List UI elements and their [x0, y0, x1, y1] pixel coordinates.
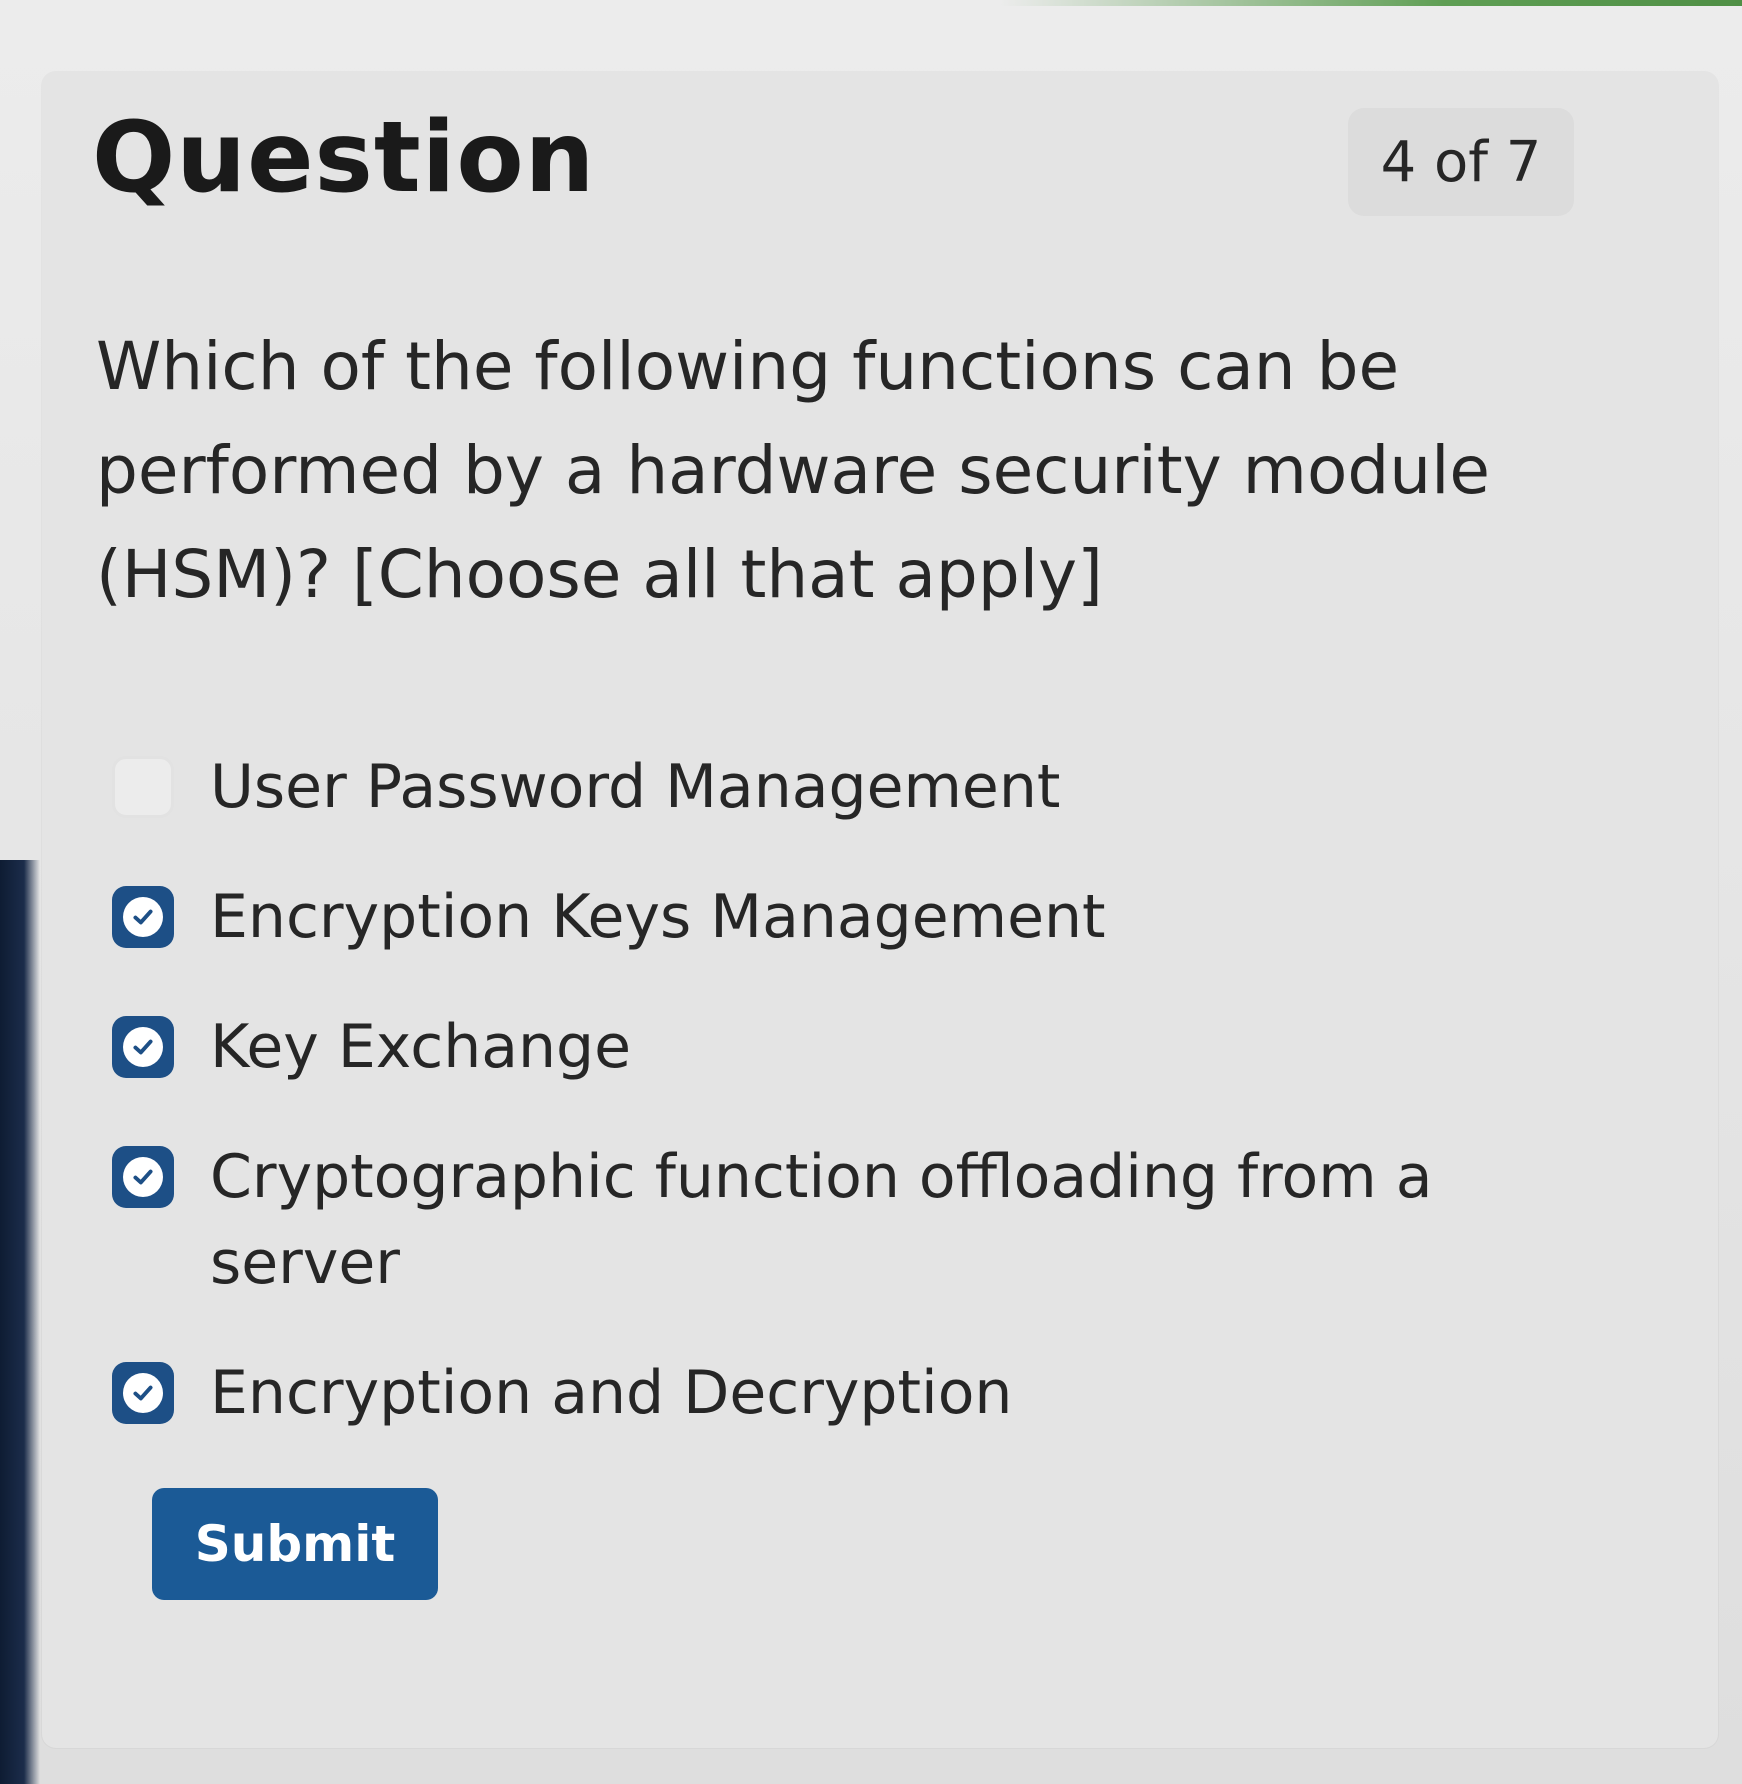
check-icon: [123, 1373, 163, 1413]
option-key-exchange[interactable]: Key Exchange: [112, 1004, 1552, 1090]
option-label[interactable]: Encryption and Decryption: [210, 1350, 1552, 1436]
option-cryptographic-offloading[interactable]: Cryptographic function offloading from a…: [112, 1134, 1552, 1306]
option-label[interactable]: User Password Management: [210, 744, 1552, 830]
option-checkbox[interactable]: [112, 756, 174, 818]
left-edge-bezel: [0, 860, 40, 1784]
option-encryption-and-decryption[interactable]: Encryption and Decryption: [112, 1350, 1552, 1436]
option-label[interactable]: Encryption Keys Management: [210, 874, 1552, 960]
option-encryption-keys-management[interactable]: Encryption Keys Management: [112, 874, 1552, 960]
submit-button[interactable]: Submit: [152, 1488, 438, 1600]
check-icon: [123, 897, 163, 937]
question-prompt: Which of the following functions can be …: [96, 328, 1491, 613]
question-counter-badge: 4 of 7: [1348, 108, 1574, 216]
option-user-password-management[interactable]: User Password Management: [112, 744, 1552, 830]
check-icon: [123, 1027, 163, 1067]
option-checkbox[interactable]: [112, 886, 174, 948]
option-checkbox[interactable]: [112, 1362, 174, 1424]
option-label[interactable]: Key Exchange: [210, 1004, 1552, 1090]
top-accent-bar: [1000, 0, 1742, 6]
options-list: User Password Management Encryption Keys…: [112, 744, 1552, 1480]
check-icon: [123, 1157, 163, 1197]
option-checkbox[interactable]: [112, 1146, 174, 1208]
option-checkbox[interactable]: [112, 1016, 174, 1078]
option-label[interactable]: Cryptographic function offloading from a…: [210, 1134, 1552, 1306]
question-title: Question: [92, 101, 596, 215]
